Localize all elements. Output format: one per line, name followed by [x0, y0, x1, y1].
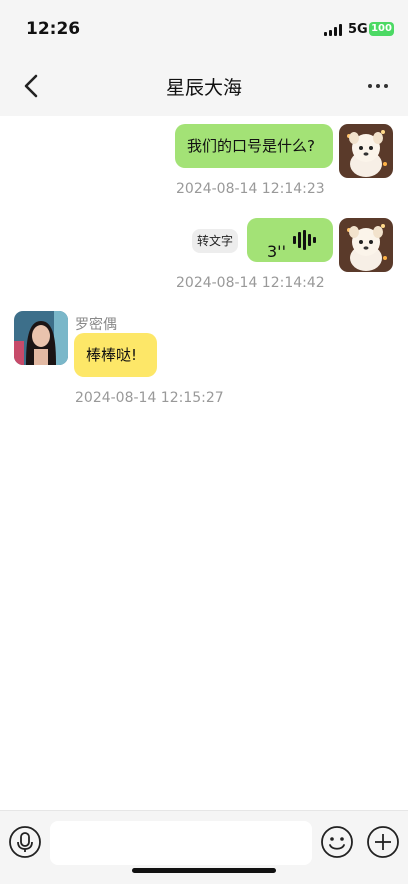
status-time: 12:26	[26, 19, 81, 39]
chat-title: 星辰大海	[165, 77, 242, 99]
message-timestamp: 2024-08-14 12:15:27	[75, 390, 224, 406]
signal-icon	[324, 24, 342, 36]
my-avatar[interactable]	[339, 124, 393, 178]
navigation-bar: 星辰大海	[0, 56, 408, 116]
contact-message-bubble[interactable]: 棒棒哒!	[74, 333, 157, 377]
voice-wave-icon	[293, 230, 316, 250]
message-input[interactable]	[50, 821, 312, 865]
microphone-icon[interactable]	[8, 825, 42, 859]
status-bar: 12:26 5G 100	[0, 0, 408, 56]
convert-to-text-button[interactable]: 转文字	[192, 229, 239, 253]
plus-icon[interactable]	[366, 825, 400, 859]
message-timestamp: 2024-08-14 12:14:42	[176, 275, 325, 291]
contact-avatar[interactable]	[14, 311, 68, 365]
contact-name: 罗密偶	[75, 317, 117, 333]
voice-duration: 3''	[267, 242, 286, 261]
my-avatar[interactable]	[339, 218, 393, 272]
chevron-left-icon[interactable]	[20, 72, 44, 100]
voice-message-bubble[interactable]: 3''	[247, 218, 333, 262]
emoji-icon[interactable]	[320, 825, 354, 859]
ellipsis-icon[interactable]	[366, 82, 390, 90]
battery-icon: 100	[369, 22, 394, 36]
message-text: 我们的口号是什么?	[187, 137, 315, 155]
home-indicator	[132, 868, 276, 873]
network-label: 5G	[348, 22, 368, 37]
my-message-bubble[interactable]: 我们的口号是什么?	[175, 124, 333, 168]
message-timestamp: 2024-08-14 12:14:23	[176, 181, 325, 197]
message-text: 棒棒哒!	[86, 346, 138, 364]
